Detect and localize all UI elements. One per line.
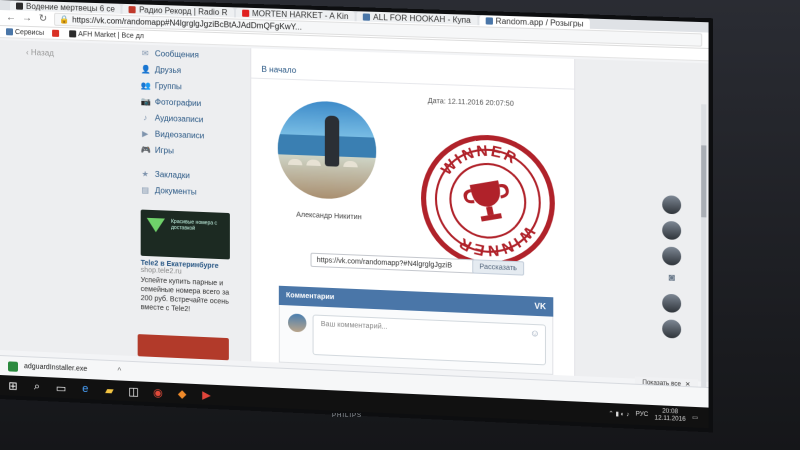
video-icon: ▶ (142, 128, 149, 138)
language-indicator[interactable]: РУС (636, 411, 649, 418)
ad-block[interactable]: Красивые номера с доставкой Tele2 в Екат… (140, 209, 234, 317)
user-avatar[interactable] (288, 313, 307, 333)
sidebar-item-label: Фотографии (154, 96, 202, 108)
sidebar-item-label: Группы (154, 80, 182, 91)
monitor-brand: PHILIPS (332, 413, 363, 419)
camera-icon: 📷 (140, 96, 151, 106)
winner-name[interactable]: Александр Никитин (296, 212, 361, 222)
favicon-icon (129, 5, 137, 13)
comments-title: Комментарии (285, 292, 335, 302)
friend-avatar[interactable] (662, 195, 682, 215)
sidebar-item-label: Видеозаписи (154, 129, 205, 140)
bookmark-icon (5, 28, 13, 36)
document-icon: ▤ (141, 184, 150, 195)
sidebar-item-label: Закладки (154, 169, 190, 180)
sidebar-item-label: Друзья (154, 64, 182, 75)
back-link-label: Назад (30, 48, 54, 58)
winner-stamp: WINNER WINNER (407, 123, 569, 278)
chevron-up-icon[interactable]: ^ (118, 366, 122, 375)
share-button[interactable]: Рассказать (472, 259, 525, 276)
scrollbar-thumb[interactable] (701, 145, 707, 218)
download-filename[interactable]: adguardInstaller.exe (24, 363, 87, 373)
scrollbar[interactable] (701, 104, 707, 423)
bookmark-item[interactable] (52, 29, 61, 38)
system-tray: ⌃ ▮ ◐ ♪ РУС 20:08 12.11.2016 ▭ (608, 406, 698, 425)
monitor-screen: Водение мертвецы 6 се Радио Рекорд | Radi… (0, 0, 709, 429)
left-nav: ✉ Сообщения 👤 Друзья 👥 Группы 📷 Фотографии ♪ Ауди… (141, 45, 242, 202)
vk-page: ‹ Назад ✉ Сообщения 👤 Друзья 👥 Группы 📷 Фотогра… (0, 40, 709, 423)
file-explorer-icon[interactable]: ▰ (102, 383, 116, 398)
edge-icon[interactable]: e (78, 382, 92, 397)
bookmark-icon (69, 30, 77, 38)
breadcrumb[interactable]: В начало (261, 65, 296, 75)
cocktail-icon (146, 217, 165, 233)
photo-background: Водение мертвецы 6 се Радио Рекорд | Radi… (0, 0, 800, 450)
friend-avatar[interactable] (662, 220, 682, 241)
video-player-icon[interactable]: ▶ (199, 387, 213, 402)
star-icon: ★ (141, 168, 149, 179)
sidebar-item-label: Документы (154, 185, 197, 197)
bookmark-item[interactable]: AFH Market | Все дл (69, 30, 144, 40)
chrome-icon[interactable]: ◉ (151, 385, 165, 400)
sidebar-item[interactable]: ▤ Документы (141, 181, 242, 201)
favicon-icon (485, 16, 493, 25)
ad-image[interactable]: Красивые номера с доставкой (140, 209, 230, 260)
ad-image-2[interactable] (137, 334, 229, 361)
music-icon: ♪ (143, 112, 148, 122)
friends-rail: ◙ (662, 195, 687, 346)
sidebar-item-label: Сообщения (154, 48, 199, 60)
gamepad-icon: 🎮 (140, 144, 151, 155)
avatar-umbrella (306, 159, 321, 167)
ad-body: Успейте купить парные и семейные номера … (140, 276, 230, 314)
comment-input[interactable]: Ваш комментарий... ☺ (312, 314, 547, 366)
bookmark-item[interactable]: Сервисы (5, 28, 45, 37)
sidebar-item-label: Игры (154, 145, 174, 155)
friends-icon: 👤 (140, 64, 151, 74)
back-link[interactable]: ‹ Назад (26, 48, 54, 58)
search-icon[interactable]: ⌕ (30, 379, 44, 394)
friend-avatar[interactable] (662, 246, 682, 266)
message-icon: ✉ (141, 48, 149, 58)
friend-avatar[interactable] (662, 293, 682, 313)
windows-start-icon[interactable]: ⊞ (6, 378, 20, 393)
store-icon[interactable]: ◫ (127, 384, 141, 399)
bookmark-label: Сервисы (14, 28, 45, 37)
task-view-icon[interactable]: ▭ (54, 380, 68, 395)
favicon-icon (16, 2, 24, 10)
forward-arrow-icon[interactable]: → (22, 13, 32, 24)
avatar-umbrella (343, 160, 358, 168)
avatar-person (324, 115, 340, 167)
shield-icon (7, 360, 19, 372)
reload-icon[interactable]: ↻ (38, 13, 48, 24)
winner-avatar[interactable] (277, 99, 377, 201)
clock[interactable]: 20:08 12.11.2016 (655, 408, 686, 424)
clock-date: 12.11.2016 (654, 415, 686, 423)
back-arrow-icon[interactable]: ← (6, 12, 16, 23)
share-url-text: https://vk.com/randomapp?#N4lgrglgJgziB (316, 256, 453, 270)
notifications-icon[interactable]: ▭ (692, 414, 698, 421)
friend-avatar[interactable] (662, 319, 682, 339)
tray-icons[interactable]: ⌃ ▮ ◐ ♪ (608, 410, 629, 418)
favicon-icon (362, 12, 371, 21)
trophy-icon (462, 180, 511, 222)
camera-icon[interactable]: ◙ (662, 272, 681, 287)
groups-icon: 👥 (140, 80, 151, 90)
lock-icon: 🔒 (59, 14, 70, 25)
divider (251, 77, 575, 90)
media-icon[interactable]: ◆ (175, 386, 189, 401)
vk-logo-icon: VK (534, 301, 547, 312)
ad-image-text: Красивые номера с доставкой (171, 218, 218, 232)
bookmark-icon (52, 29, 60, 37)
avatar-umbrella (288, 158, 303, 166)
emoji-icon[interactable]: ☺ (530, 328, 540, 339)
comment-box: Ваш комментарий... ☺ (278, 304, 554, 375)
bookmark-label: AFH Market | Все дл (78, 30, 144, 40)
sidebar-item-label: Аудиозаписи (154, 113, 204, 124)
draw-date: Дата: 12.11.2016 20:07:50 (427, 97, 514, 108)
main-content: В начало Дата: 12.11.2016 20:07:50 Алекс… (250, 48, 576, 376)
favicon-icon (241, 9, 249, 17)
comment-placeholder: Ваш комментарий... (320, 320, 388, 331)
